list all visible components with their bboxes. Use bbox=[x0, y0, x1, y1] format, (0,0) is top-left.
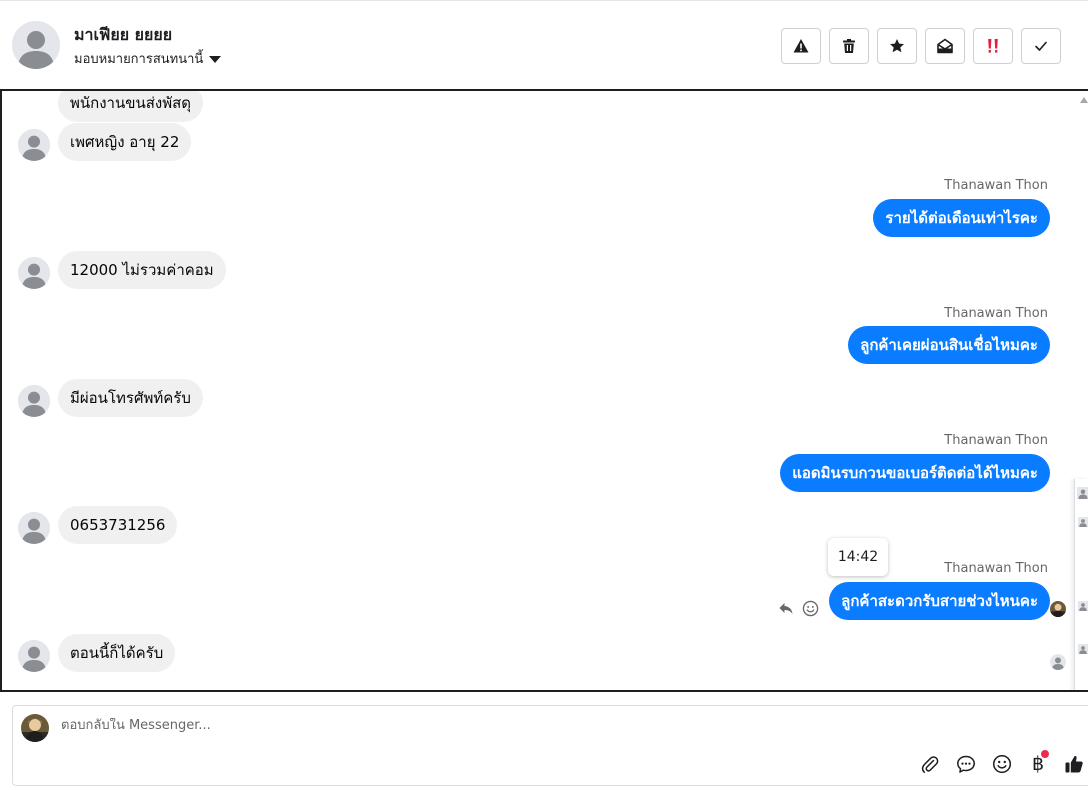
thumbs-up-icon bbox=[1065, 755, 1083, 773]
sender-avatar bbox=[18, 640, 50, 672]
notification-dot bbox=[1041, 750, 1049, 758]
incoming-message[interactable]: พนักงานขนส่งพัสดุ bbox=[58, 91, 203, 122]
reply-composer: ฿ bbox=[12, 705, 1088, 786]
scroll-up-arrow-icon[interactable] bbox=[1080, 97, 1088, 103]
outgoing-message[interactable]: แอดมินรบกวนขอเบอร์ติดต่อได้ไหมคะ bbox=[780, 454, 1050, 492]
conversation-actions bbox=[781, 28, 1061, 64]
outgoing-message[interactable]: รายได้ต่อเดือนเท่าไรคะ bbox=[873, 199, 1050, 237]
caret-down-icon bbox=[209, 55, 222, 63]
assign-label: มอบหมายการสนทนานี้ bbox=[74, 52, 204, 67]
user-icon bbox=[1078, 601, 1088, 611]
incoming-message[interactable]: ตอนนี้ก็ได้ครับ bbox=[58, 634, 176, 672]
my-avatar bbox=[21, 714, 49, 742]
paperclip-icon bbox=[921, 756, 939, 773]
sender-name: Thanawan Thon bbox=[944, 178, 1048, 193]
outgoing-message[interactable]: ลูกค้าเคยผ่อนสินเชื่อไหมคะ bbox=[848, 326, 1050, 364]
reply-input[interactable] bbox=[61, 718, 661, 733]
composer-tools: ฿ bbox=[918, 750, 1086, 776]
react-emoji-icon[interactable] bbox=[800, 598, 820, 618]
payment-button[interactable]: ฿ bbox=[1026, 750, 1050, 776]
side-panel-edge bbox=[1074, 479, 1088, 690]
incoming-message[interactable]: มีผ่อนโทรศัพท์ครับ bbox=[58, 379, 203, 417]
priority-button[interactable] bbox=[973, 28, 1013, 64]
user-icon bbox=[1077, 487, 1088, 499]
sender-avatar bbox=[18, 385, 50, 417]
star-icon bbox=[890, 39, 904, 53]
smiley-icon bbox=[992, 754, 1012, 774]
contact-avatar[interactable] bbox=[12, 21, 60, 69]
contact-name[interactable]: มาเฟียย ยยยย bbox=[74, 23, 172, 48]
assign-conversation-dropdown[interactable]: มอบหมายการสนทนานี้ bbox=[74, 48, 222, 69]
sender-avatar bbox=[18, 512, 50, 544]
mark-spam-button[interactable] bbox=[781, 28, 821, 64]
mark-unread-button[interactable] bbox=[925, 28, 965, 64]
incoming-message[interactable]: 0653731256 bbox=[58, 506, 178, 544]
warning-icon bbox=[793, 39, 809, 53]
priority-icon bbox=[988, 39, 998, 53]
envelope-open-icon bbox=[937, 38, 953, 54]
delete-button[interactable] bbox=[829, 28, 869, 64]
sender-name: Thanawan Thon bbox=[944, 306, 1048, 321]
check-icon bbox=[1035, 41, 1047, 51]
chat-bubble-icon bbox=[957, 755, 975, 773]
like-button[interactable] bbox=[1062, 752, 1086, 776]
read-receipt-avatar bbox=[1050, 654, 1066, 670]
star-button[interactable] bbox=[877, 28, 917, 64]
message-thread[interactable]: พนักงานขนส่งพัสดุ เพศหญิง อายุ 22 Thanaw… bbox=[0, 89, 1088, 692]
incoming-message[interactable]: เพศหญิง อายุ 22 bbox=[58, 123, 192, 161]
trash-icon bbox=[843, 39, 855, 53]
sender-name: Thanawan Thon bbox=[944, 433, 1048, 448]
mark-done-button[interactable] bbox=[1021, 28, 1061, 64]
default-avatar-icon bbox=[12, 21, 60, 69]
outgoing-message[interactable]: ลูกค้าสะดวกรับสายช่วงไหนคะ bbox=[829, 582, 1050, 620]
sender-name: Thanawan Thon bbox=[944, 561, 1048, 576]
user-icon bbox=[1078, 644, 1088, 654]
attach-file-button[interactable] bbox=[918, 752, 942, 776]
timestamp-tooltip: 14:42 bbox=[828, 538, 888, 576]
sender-avatar bbox=[18, 257, 50, 289]
emoji-button[interactable] bbox=[990, 752, 1014, 776]
user-icon bbox=[1078, 517, 1088, 527]
incoming-message[interactable]: 12000 ไม่รวมค่าคอม bbox=[58, 251, 226, 289]
seen-avatar bbox=[1050, 601, 1066, 617]
sender-avatar bbox=[18, 129, 50, 161]
reply-icon[interactable] bbox=[777, 599, 795, 617]
saved-replies-button[interactable] bbox=[954, 752, 978, 776]
conversation-header: มาเฟียย ยยยย มอบหมายการสนทนานี้ bbox=[0, 0, 1088, 90]
